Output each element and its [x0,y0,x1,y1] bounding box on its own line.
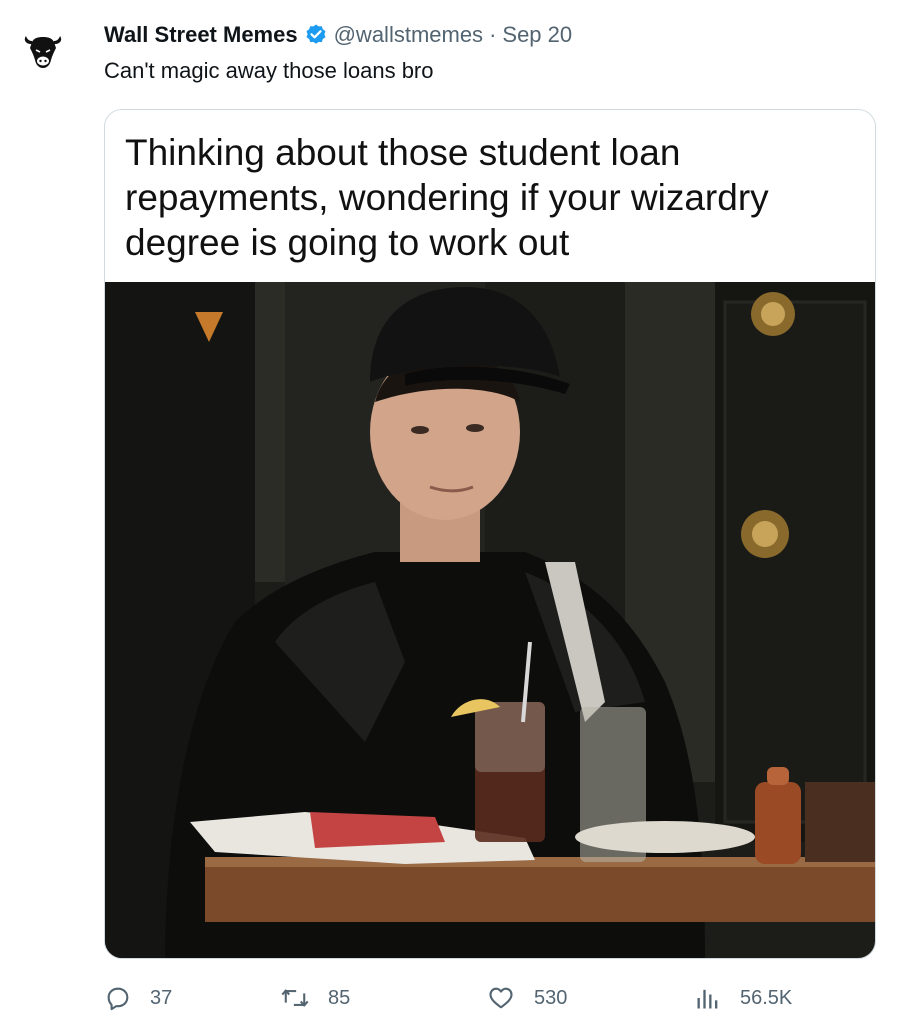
tweet-date[interactable]: Sep 20 [502,22,572,48]
author-handle[interactable]: @wallstmemes [334,22,483,48]
retweet-button[interactable]: 85 [280,980,350,1016]
meme-caption-line: Thinking about those student loan [125,132,681,173]
separator-dot: · [489,22,497,47]
like-button[interactable]: 530 [486,980,567,1016]
reply-icon [107,987,129,1011]
meme-photo [105,282,875,958]
author-name[interactable]: Wall Street Memes [104,22,298,48]
tweet-text: Can't magic away those loans bro [104,58,434,83]
meme-caption-line: degree is going to work out [125,222,570,263]
verified-badge-icon[interactable] [304,23,328,47]
meme-caption: Thinking about those student loan repaym… [105,110,875,282]
views-button[interactable]: 56.5K [694,980,792,1016]
reply-count: 37 [150,986,173,1009]
author-avatar[interactable] [18,24,68,74]
reply-button[interactable]: 37 [104,980,172,1016]
views-chart-icon [697,989,718,1009]
tweet-media[interactable]: Thinking about those student loan repaym… [104,109,876,959]
retweet-count: 85 [328,986,351,1009]
tweet-action-bar: 37 85 530 56.5K [104,980,876,1016]
retweet-icon [281,989,309,1007]
bull-logo-icon [24,36,62,68]
like-count: 530 [534,986,568,1009]
tweet-header: Wall Street Memes @wallstmemes · Sep 20 [104,20,572,50]
views-count: 56.5K [740,986,793,1009]
meme-caption-line: repayments, wondering if your wizardry [125,177,769,218]
heart-icon [489,987,513,1009]
